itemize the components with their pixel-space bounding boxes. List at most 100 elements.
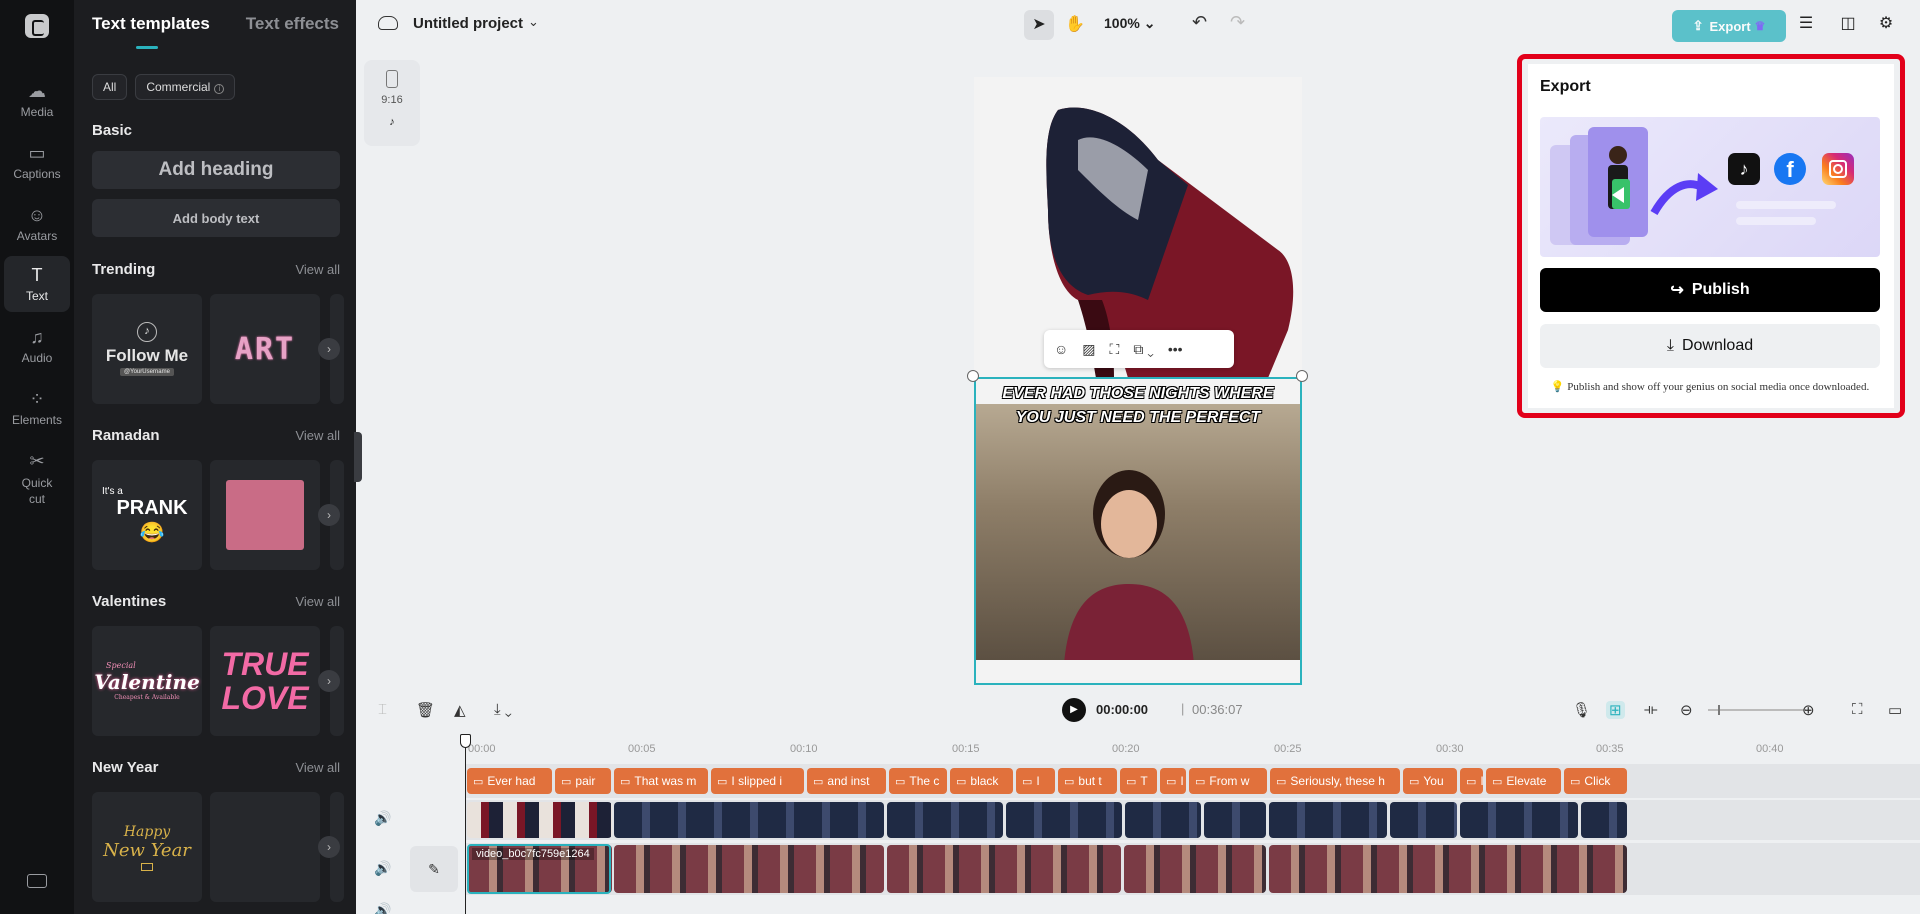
video-clip[interactable] [467,802,612,838]
project-title[interactable]: Untitled project [413,15,523,32]
view-all-trending[interactable]: View all [295,262,340,277]
chevron-right-icon[interactable]: › [318,836,340,858]
caption-clip[interactable]: Seriously, these h [1270,768,1400,794]
video-clip[interactable] [1204,802,1266,838]
microphone-icon[interactable]: 🎙 [1572,701,1591,719]
video-clip[interactable] [1269,802,1387,838]
caption-clip[interactable]: That was m [614,768,708,794]
aspect-ratio-selector[interactable]: 9:16 ♪ [364,60,420,146]
zoom-in-icon[interactable]: ⊕ [1802,701,1815,719]
resize-handle[interactable] [1296,370,1308,382]
template-prank[interactable]: It's a PRANK 😂 [92,460,202,570]
video-clip[interactable] [1006,802,1122,838]
zoom-level[interactable]: 100% ⌄ [1104,15,1155,32]
select-tool-icon[interactable]: ➤ [1024,10,1054,40]
video-caption[interactable]: EVER HAD THOSE NIGHTS WHERE YOU JUST NEE… [976,382,1300,430]
caption-clip[interactable]: I slipped i [711,768,804,794]
caption-clip[interactable]: You [1403,768,1457,794]
settings-icon[interactable]: ⚙ [1876,14,1896,34]
rail-item-audio[interactable]: ♫ Audio [4,318,70,374]
zoom-slider[interactable] [1708,709,1806,711]
add-body-text-button[interactable]: Add body text [92,199,340,237]
rail-item-captions[interactable]: ▭ Captions [4,134,70,190]
view-all-valentines[interactable]: View all [295,594,340,609]
video-clip[interactable] [1390,802,1457,838]
replace-icon[interactable]: ⧉ ⌄ [1133,341,1154,358]
avatar-icon[interactable]: ☺ [1054,341,1068,357]
tab-text-effects[interactable]: Text effects [246,14,339,34]
zoom-slider-knob[interactable] [1718,705,1720,715]
video-clip[interactable] [1581,802,1627,838]
hand-tool-icon[interactable]: ✋ [1060,10,1090,40]
playhead-handle[interactable] [460,734,471,748]
keyboard-icon[interactable] [27,874,47,888]
rail-item-quick-cut[interactable]: ✂ Quick cut [4,446,70,512]
cloud-icon[interactable] [378,16,398,30]
layers-icon[interactable]: ☰ [1796,14,1816,34]
caption-clip[interactable]: pair [555,768,611,794]
more-icon[interactable]: ••• [1168,341,1183,357]
add-heading-button[interactable]: Add heading [92,151,340,189]
chevron-right-icon[interactable]: › [318,504,340,526]
rail-item-elements[interactable]: ⁘ Elements [4,380,70,436]
app-logo-icon[interactable] [25,14,49,38]
preview-icon[interactable]: ▭ [1888,701,1902,719]
download-icon[interactable]: ⤓ ⌄ [494,701,512,718]
video-clip[interactable] [1125,802,1201,838]
split-view-icon[interactable]: ⟛ [1644,701,1658,718]
chevron-down-icon[interactable]: ⌄ [528,14,539,30]
main-video-clip[interactable] [887,845,1121,893]
volume-icon[interactable]: 🔊 [374,810,391,827]
caption-clip[interactable]: Ever had [467,768,552,794]
main-video-clip[interactable] [1269,845,1627,893]
template-dark[interactable] [210,792,320,902]
template-valentine[interactable]: Special Valentine Cheapest & Available [92,626,202,736]
layout-icon[interactable]: ◫ [1838,14,1858,34]
caption-clip[interactable]: but t [1058,768,1117,794]
playhead[interactable] [465,734,466,914]
caption-clip[interactable]: T [1120,768,1157,794]
view-all-new-year[interactable]: View all [295,760,340,775]
caption-clip[interactable]: The c [889,768,947,794]
filter-all[interactable]: All [92,74,128,100]
caption-clip[interactable]: Click [1564,768,1627,794]
mirror-icon[interactable]: ◭ [454,701,466,719]
fullscreen-icon[interactable]: ⛶ [1852,701,1863,718]
caption-clip[interactable]: black [950,768,1013,794]
volume-icon[interactable]: 🔊 [374,902,391,914]
video-clip[interactable] [614,802,884,838]
undo-icon[interactable]: ↶ [1192,12,1207,33]
template-follow-me[interactable]: ♪ Follow Me @YourUsername [92,294,202,404]
template-happy-new-year[interactable]: Happy New Year [92,792,202,902]
rail-item-media[interactable]: ☁ Media [4,72,70,128]
caption-clip[interactable]: From w [1189,768,1267,794]
zoom-out-icon[interactable]: ⊖ [1680,701,1693,719]
redo-icon[interactable]: ↷ [1230,12,1245,33]
video-clip[interactable] [887,802,1003,838]
chevron-right-icon[interactable]: › [318,670,340,692]
template-card[interactable] [210,460,320,570]
view-all-ramadan[interactable]: View all [295,428,340,443]
rail-item-text[interactable]: T Text [4,256,70,312]
chevron-right-icon[interactable]: › [318,338,340,360]
magnet-icon[interactable]: ⊞ [1606,701,1625,719]
rail-item-avatars[interactable]: ☺ Avatars [4,196,70,252]
caption-clip[interactable]: I [1016,768,1055,794]
caption-clip[interactable]: I [1460,768,1483,794]
template-art[interactable]: ART [210,294,320,404]
video-clip[interactable] [1460,802,1578,838]
caption-clip[interactable]: I [1160,768,1186,794]
play-button[interactable]: ▶ [1062,698,1086,722]
split-icon[interactable]: ⌶ [378,701,387,718]
main-video-clip[interactable] [614,845,884,893]
volume-icon[interactable]: 🔊 [374,860,391,877]
filter-commercial[interactable]: Commercial i [135,74,236,100]
panel-collapse-handle[interactable] [354,432,362,482]
image-edit-icon[interactable]: ▨ [1082,341,1095,358]
main-video-clip[interactable] [1124,845,1266,893]
delete-icon[interactable]: 🗑 [416,701,435,719]
caption-clip[interactable]: Elevate [1486,768,1561,794]
edit-cover-icon[interactable]: ✎ [410,846,458,892]
resize-handle[interactable] [967,370,979,382]
export-button[interactable]: ⇪ Export ♛ [1672,10,1786,42]
